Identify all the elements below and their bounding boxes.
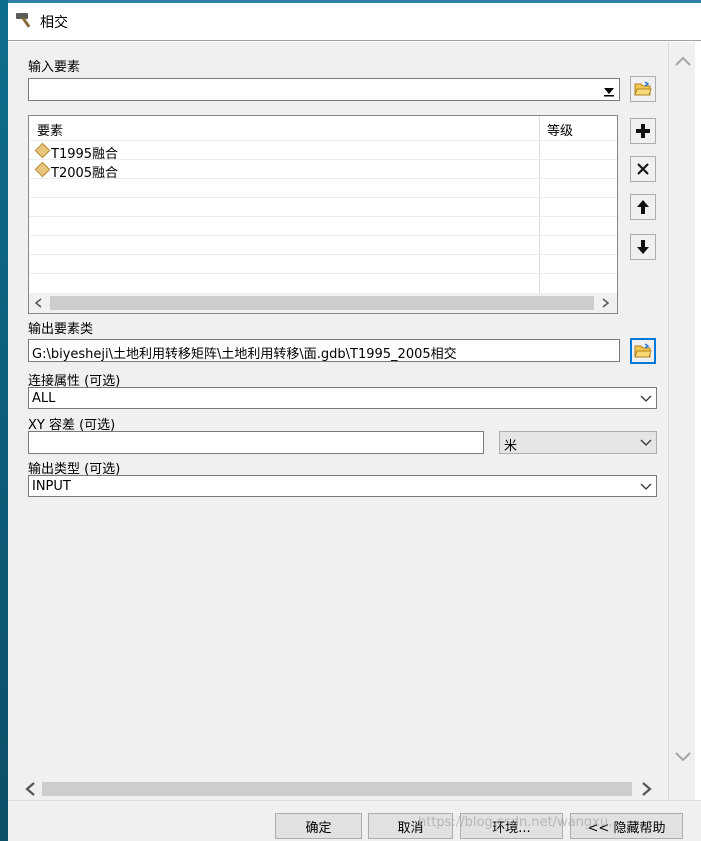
title-bar[interactable] xyxy=(8,3,701,41)
xy-tolerance-unit-select[interactable]: 米 xyxy=(499,431,657,454)
move-down-button[interactable] xyxy=(630,234,656,260)
output-feature-class-value: G:\biyesheji\土地利用转移矩阵\土地利用转移\面.gdb\T1995… xyxy=(32,347,457,362)
desktop-background xyxy=(0,0,8,841)
arrow-down-icon xyxy=(637,240,649,254)
row-line xyxy=(29,235,617,236)
arrow-up-icon xyxy=(637,200,649,214)
table-header-features: 要素 xyxy=(37,124,64,139)
dialog-horizontal-scrollbar[interactable] xyxy=(20,778,660,800)
output-type-select[interactable]: INPUT xyxy=(28,475,657,497)
vertical-scrollbar[interactable] xyxy=(668,42,695,800)
chevron-down-icon[interactable] xyxy=(674,750,692,764)
join-attributes-select[interactable]: ALL xyxy=(28,387,657,409)
scrollbar-thumb[interactable] xyxy=(50,296,594,310)
browse-input-button[interactable] xyxy=(630,76,656,102)
folder-open-icon xyxy=(634,81,652,96)
input-features-table[interactable]: 要素 等级 T1995融合 T2005融合 xyxy=(28,115,618,314)
join-attributes-value: ALL xyxy=(32,391,56,406)
chevron-down-icon xyxy=(640,395,652,402)
chevron-down-icon xyxy=(640,483,652,490)
chevron-right-icon[interactable] xyxy=(599,297,611,309)
hammer-icon xyxy=(14,10,36,30)
xy-tolerance-unit: 米 xyxy=(504,439,518,454)
row-line xyxy=(29,140,617,141)
table-row-name: T1995融合 xyxy=(51,147,119,162)
chevron-left-icon[interactable] xyxy=(33,297,45,309)
input-features-label: 输入要素 xyxy=(28,60,81,75)
watermark-text: https://blog.csdn.net/wangxu... xyxy=(418,815,621,830)
row-line xyxy=(29,254,617,255)
add-row-button[interactable] xyxy=(630,118,656,144)
window-title: 相交 xyxy=(40,15,68,31)
table-horizontal-scrollbar[interactable] xyxy=(29,293,617,313)
polygon-layer-icon xyxy=(34,161,51,178)
output-type-value: INPUT xyxy=(32,479,71,494)
move-up-button[interactable] xyxy=(630,194,656,220)
remove-row-button[interactable] xyxy=(630,156,656,182)
input-features-combo[interactable] xyxy=(28,78,620,101)
row-line xyxy=(29,216,617,217)
row-line xyxy=(29,197,617,198)
caret-down-icon[interactable] xyxy=(603,85,615,97)
row-line xyxy=(29,273,617,274)
polygon-layer-icon xyxy=(34,142,51,159)
ok-button[interactable]: 确定 xyxy=(275,813,362,839)
chevron-down-icon xyxy=(640,439,652,446)
chevron-right-icon[interactable] xyxy=(638,781,654,797)
table-row-name: T2005融合 xyxy=(51,166,119,181)
x-icon xyxy=(637,163,649,175)
plus-icon xyxy=(636,124,650,138)
folder-open-icon xyxy=(634,343,652,358)
chevron-left-icon[interactable] xyxy=(23,781,39,797)
xy-tolerance-input[interactable] xyxy=(28,431,484,454)
chevron-up-icon[interactable] xyxy=(674,54,692,68)
table-header-rank: 等级 xyxy=(547,124,574,139)
output-feature-class-input[interactable]: G:\biyesheji\土地利用转移矩阵\土地利用转移\面.gdb\T1995… xyxy=(28,339,620,362)
output-feature-class-label: 输出要素类 xyxy=(28,322,94,337)
column-divider xyxy=(539,116,540,293)
scrollbar-thumb[interactable] xyxy=(42,782,632,796)
browse-output-button[interactable] xyxy=(630,338,656,364)
